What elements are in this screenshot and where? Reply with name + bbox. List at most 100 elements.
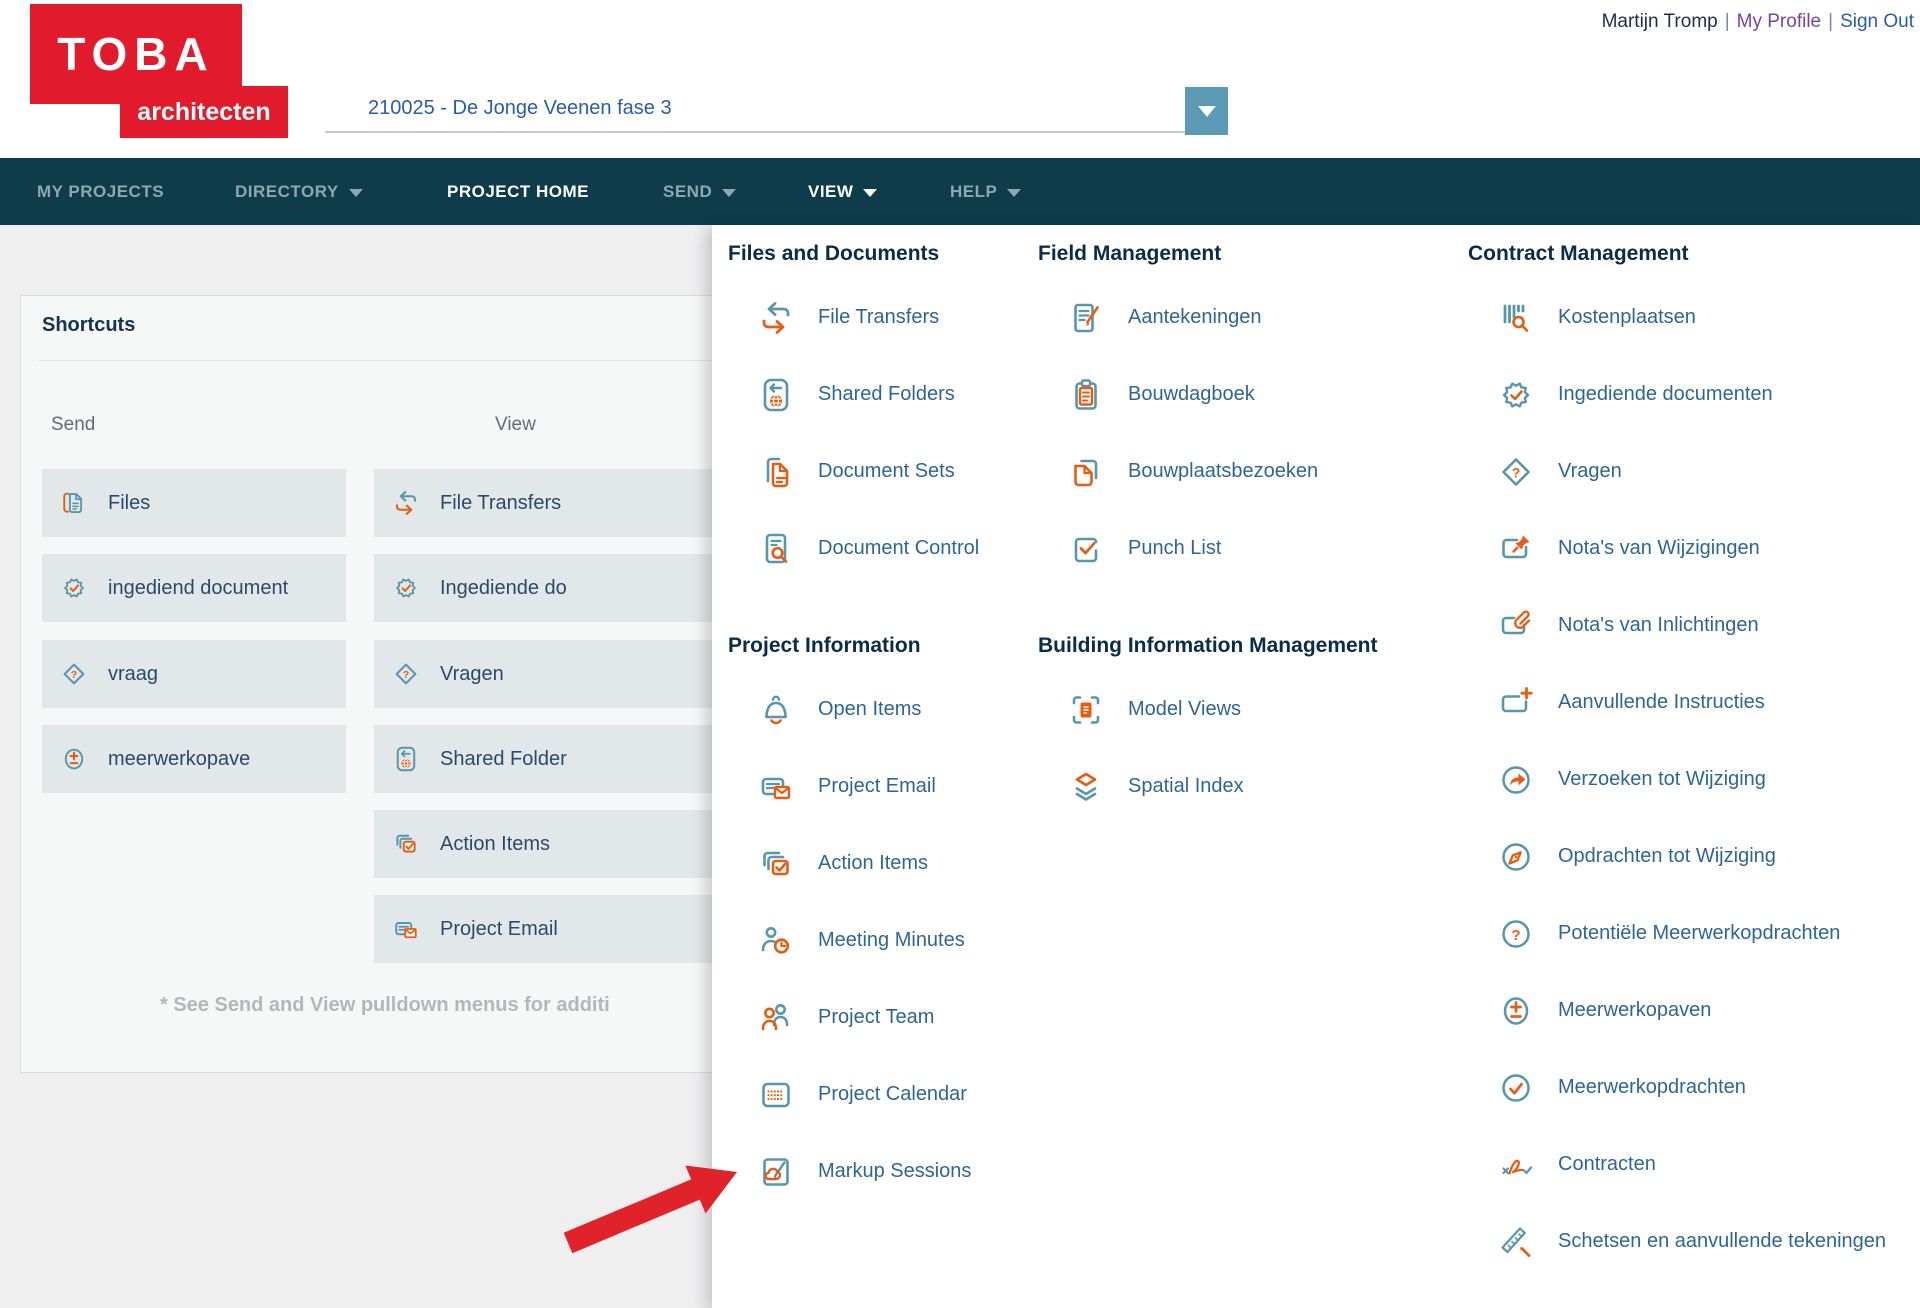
- layers-icon: [1066, 767, 1106, 807]
- action-items-icon: [391, 829, 421, 859]
- menu-item-document-sets[interactable]: Document Sets: [728, 433, 979, 510]
- menu-item-vragen[interactable]: ?Vragen: [1468, 433, 1886, 510]
- bell-icon: [756, 690, 796, 730]
- menu-item-bouwdagboek[interactable]: Bouwdagboek: [1038, 356, 1318, 433]
- nav-item-label: PROJECT HOME: [447, 182, 589, 202]
- menu-item-open-items[interactable]: Open Items: [728, 671, 971, 748]
- shortcut-button-file-transfers[interactable]: File Transfers: [374, 469, 720, 537]
- nav-item-label: DIRECTORY: [235, 182, 339, 202]
- svg-text:?: ?: [403, 669, 409, 681]
- shortcut-group-label-view: View: [495, 414, 536, 436]
- menu-section-project-information: Project InformationOpen ItemsProject Ema…: [728, 634, 971, 1210]
- menu-item-schetsen-en-aanvullende-tekeningen[interactable]: Schetsen en aanvullende tekeningen: [1468, 1203, 1886, 1280]
- shortcut-button-vragen[interactable]: ? Vragen: [374, 640, 720, 708]
- checkbox-icon: [1066, 529, 1106, 569]
- compass-circle-icon: [1496, 837, 1536, 877]
- menu-item-label: Ingediende documenten: [1558, 383, 1773, 406]
- nav-item-project-home[interactable]: PROJECT HOME: [447, 158, 589, 225]
- sign-out-link[interactable]: Sign Out: [1840, 11, 1914, 32]
- check-circle-icon: [1496, 1068, 1536, 1108]
- menu-item-kostenplaatsen[interactable]: Kostenplaatsen: [1468, 279, 1886, 356]
- nav-item-help[interactable]: HELP: [950, 158, 1021, 225]
- menu-item-aanvullende-instructies[interactable]: Aanvullende Instructies: [1468, 664, 1886, 741]
- shortcut-button-label: Project Email: [440, 918, 558, 941]
- project-selector-value[interactable]: 210025 - De Jonge Veenen fase 3: [368, 97, 672, 120]
- nav-item-directory[interactable]: DIRECTORY: [235, 158, 363, 225]
- menu-item-verzoeken-tot-wijziging[interactable]: Verzoeken tot Wijziging: [1468, 741, 1886, 818]
- menu-item-document-control[interactable]: Document Control: [728, 510, 979, 587]
- menu-item-ingediende-documenten[interactable]: Ingediende documenten: [1468, 356, 1886, 433]
- menu-item-action-items[interactable]: Action Items: [728, 825, 971, 902]
- shortcut-button-files[interactable]: Files: [42, 469, 346, 537]
- menu-item-meeting-minutes[interactable]: Meeting Minutes: [728, 902, 971, 979]
- file-transfers-icon: [391, 488, 421, 518]
- menu-item-punch-list[interactable]: Punch List: [1038, 510, 1318, 587]
- shared-folders-icon: [756, 375, 796, 415]
- question-circle-icon: ?: [1496, 914, 1536, 954]
- shortcut-button-label: Action Items: [440, 833, 550, 856]
- menu-item-label: Meerwerkopdrachten: [1558, 1076, 1746, 1099]
- menu-item-nota-s-van-wijzigingen[interactable]: Nota's van Wijzigingen: [1468, 510, 1886, 587]
- menu-item-meerwerkopaven[interactable]: Meerwerkopaven: [1468, 972, 1886, 1049]
- shortcut-button-label: Shared Folder: [440, 748, 567, 771]
- markup-cloud-pen-icon: [756, 1152, 796, 1192]
- user-account-links: Martijn Tromp|My Profile|Sign Out: [1602, 11, 1914, 33]
- menu-item-potenti-le-meerwerkopdrachten[interactable]: ? Potentiële Meerwerkopdrachten: [1468, 895, 1886, 972]
- menu-section-field-management: Field ManagementAantekeningenBouwdagboek…: [1038, 242, 1318, 587]
- project-team-icon: [756, 998, 796, 1038]
- diamond-question-icon: ?: [59, 659, 89, 689]
- document-control-icon: [756, 529, 796, 569]
- main-navigation-bar: MY PROJECTS DIRECTORY PROJECT HOME SEND VIEW…: [0, 158, 1920, 225]
- menu-item-opdrachten-tot-wijziging[interactable]: Opdrachten tot Wijziging: [1468, 818, 1886, 895]
- calendar-icon: [756, 1075, 796, 1115]
- menu-item-label: Bouwplaatsbezoeken: [1128, 460, 1318, 483]
- menu-item-contracten[interactable]: Contracten: [1468, 1126, 1886, 1203]
- menu-item-model-views[interactable]: Model Views: [1038, 671, 1378, 748]
- shortcut-button-label: ingediend document: [108, 577, 288, 600]
- shortcut-button-label: Files: [108, 492, 150, 515]
- project-selector-dropdown-button[interactable]: [1185, 87, 1228, 135]
- menu-section-files-and-documents: Files and Documents File TransfersShared …: [728, 242, 979, 587]
- menu-item-shared-folders[interactable]: Shared Folders: [728, 356, 979, 433]
- my-profile-link[interactable]: My Profile: [1737, 11, 1821, 32]
- menu-item-project-calendar[interactable]: Project Calendar: [728, 1056, 971, 1133]
- menu-item-meerwerkopdrachten[interactable]: Meerwerkopdrachten: [1468, 1049, 1886, 1126]
- menu-section-building-information-management: Building Information ManagementModel Vie…: [1038, 634, 1378, 825]
- nav-item-send[interactable]: SEND: [663, 158, 736, 225]
- svg-text:?: ?: [1512, 464, 1521, 480]
- menu-section-contract-management: Contract ManagementKostenplaatsenIngedie…: [1468, 242, 1886, 1280]
- shortcut-button-shared-folder[interactable]: Shared Folder: [374, 725, 720, 793]
- note-pen-icon: [1066, 298, 1106, 338]
- menu-item-aantekeningen[interactable]: Aantekeningen: [1038, 279, 1318, 356]
- badge-check-icon: [391, 573, 421, 603]
- shortcut-button-action-items[interactable]: Action Items: [374, 810, 720, 878]
- menu-section-title: Files and Documents: [728, 242, 979, 266]
- shortcut-button-meerwerkopave[interactable]: meerwerkopave: [42, 725, 346, 793]
- menu-item-nota-s-van-inlichtingen[interactable]: Nota's van Inlichtingen: [1468, 587, 1886, 664]
- model-frame-icon: [1066, 690, 1106, 730]
- menu-item-label: Bouwdagboek: [1128, 383, 1255, 406]
- menu-item-markup-sessions[interactable]: Markup Sessions: [728, 1133, 971, 1210]
- nav-item-label: HELP: [950, 182, 997, 202]
- shortcut-button-label: Vragen: [440, 663, 504, 686]
- menu-item-project-email[interactable]: Project Email: [728, 748, 971, 825]
- menu-item-label: Potentiële Meerwerkopdrachten: [1558, 922, 1840, 945]
- nav-item-view[interactable]: VIEW: [808, 158, 877, 225]
- barcode-search-icon: [1496, 298, 1536, 338]
- chevron-down-icon: [863, 189, 877, 197]
- nav-item-my-projects[interactable]: MY PROJECTS: [37, 158, 164, 225]
- menu-item-label: Document Sets: [818, 460, 955, 483]
- signature-icon: [1496, 1145, 1536, 1185]
- menu-item-spatial-index[interactable]: Spatial Index: [1038, 748, 1378, 825]
- shortcut-button-ingediend-document[interactable]: ingediend document: [42, 554, 346, 622]
- menu-item-file-transfers[interactable]: File Transfers: [728, 279, 979, 356]
- shortcut-button-project-email[interactable]: Project Email: [374, 895, 720, 963]
- pushpin-card-icon: [1496, 529, 1536, 569]
- menu-item-project-team[interactable]: Project Team: [728, 979, 971, 1056]
- menu-item-label: Meerwerkopaven: [1558, 999, 1711, 1022]
- menu-item-label: Schetsen en aanvullende tekeningen: [1558, 1230, 1886, 1253]
- menu-item-label: Project Email: [818, 775, 936, 798]
- shortcut-button-vraag[interactable]: ?vraag: [42, 640, 346, 708]
- shortcut-button-ingediende-do[interactable]: Ingediende do: [374, 554, 720, 622]
- menu-item-bouwplaatsbezoeken[interactable]: Bouwplaatsbezoeken: [1038, 433, 1318, 510]
